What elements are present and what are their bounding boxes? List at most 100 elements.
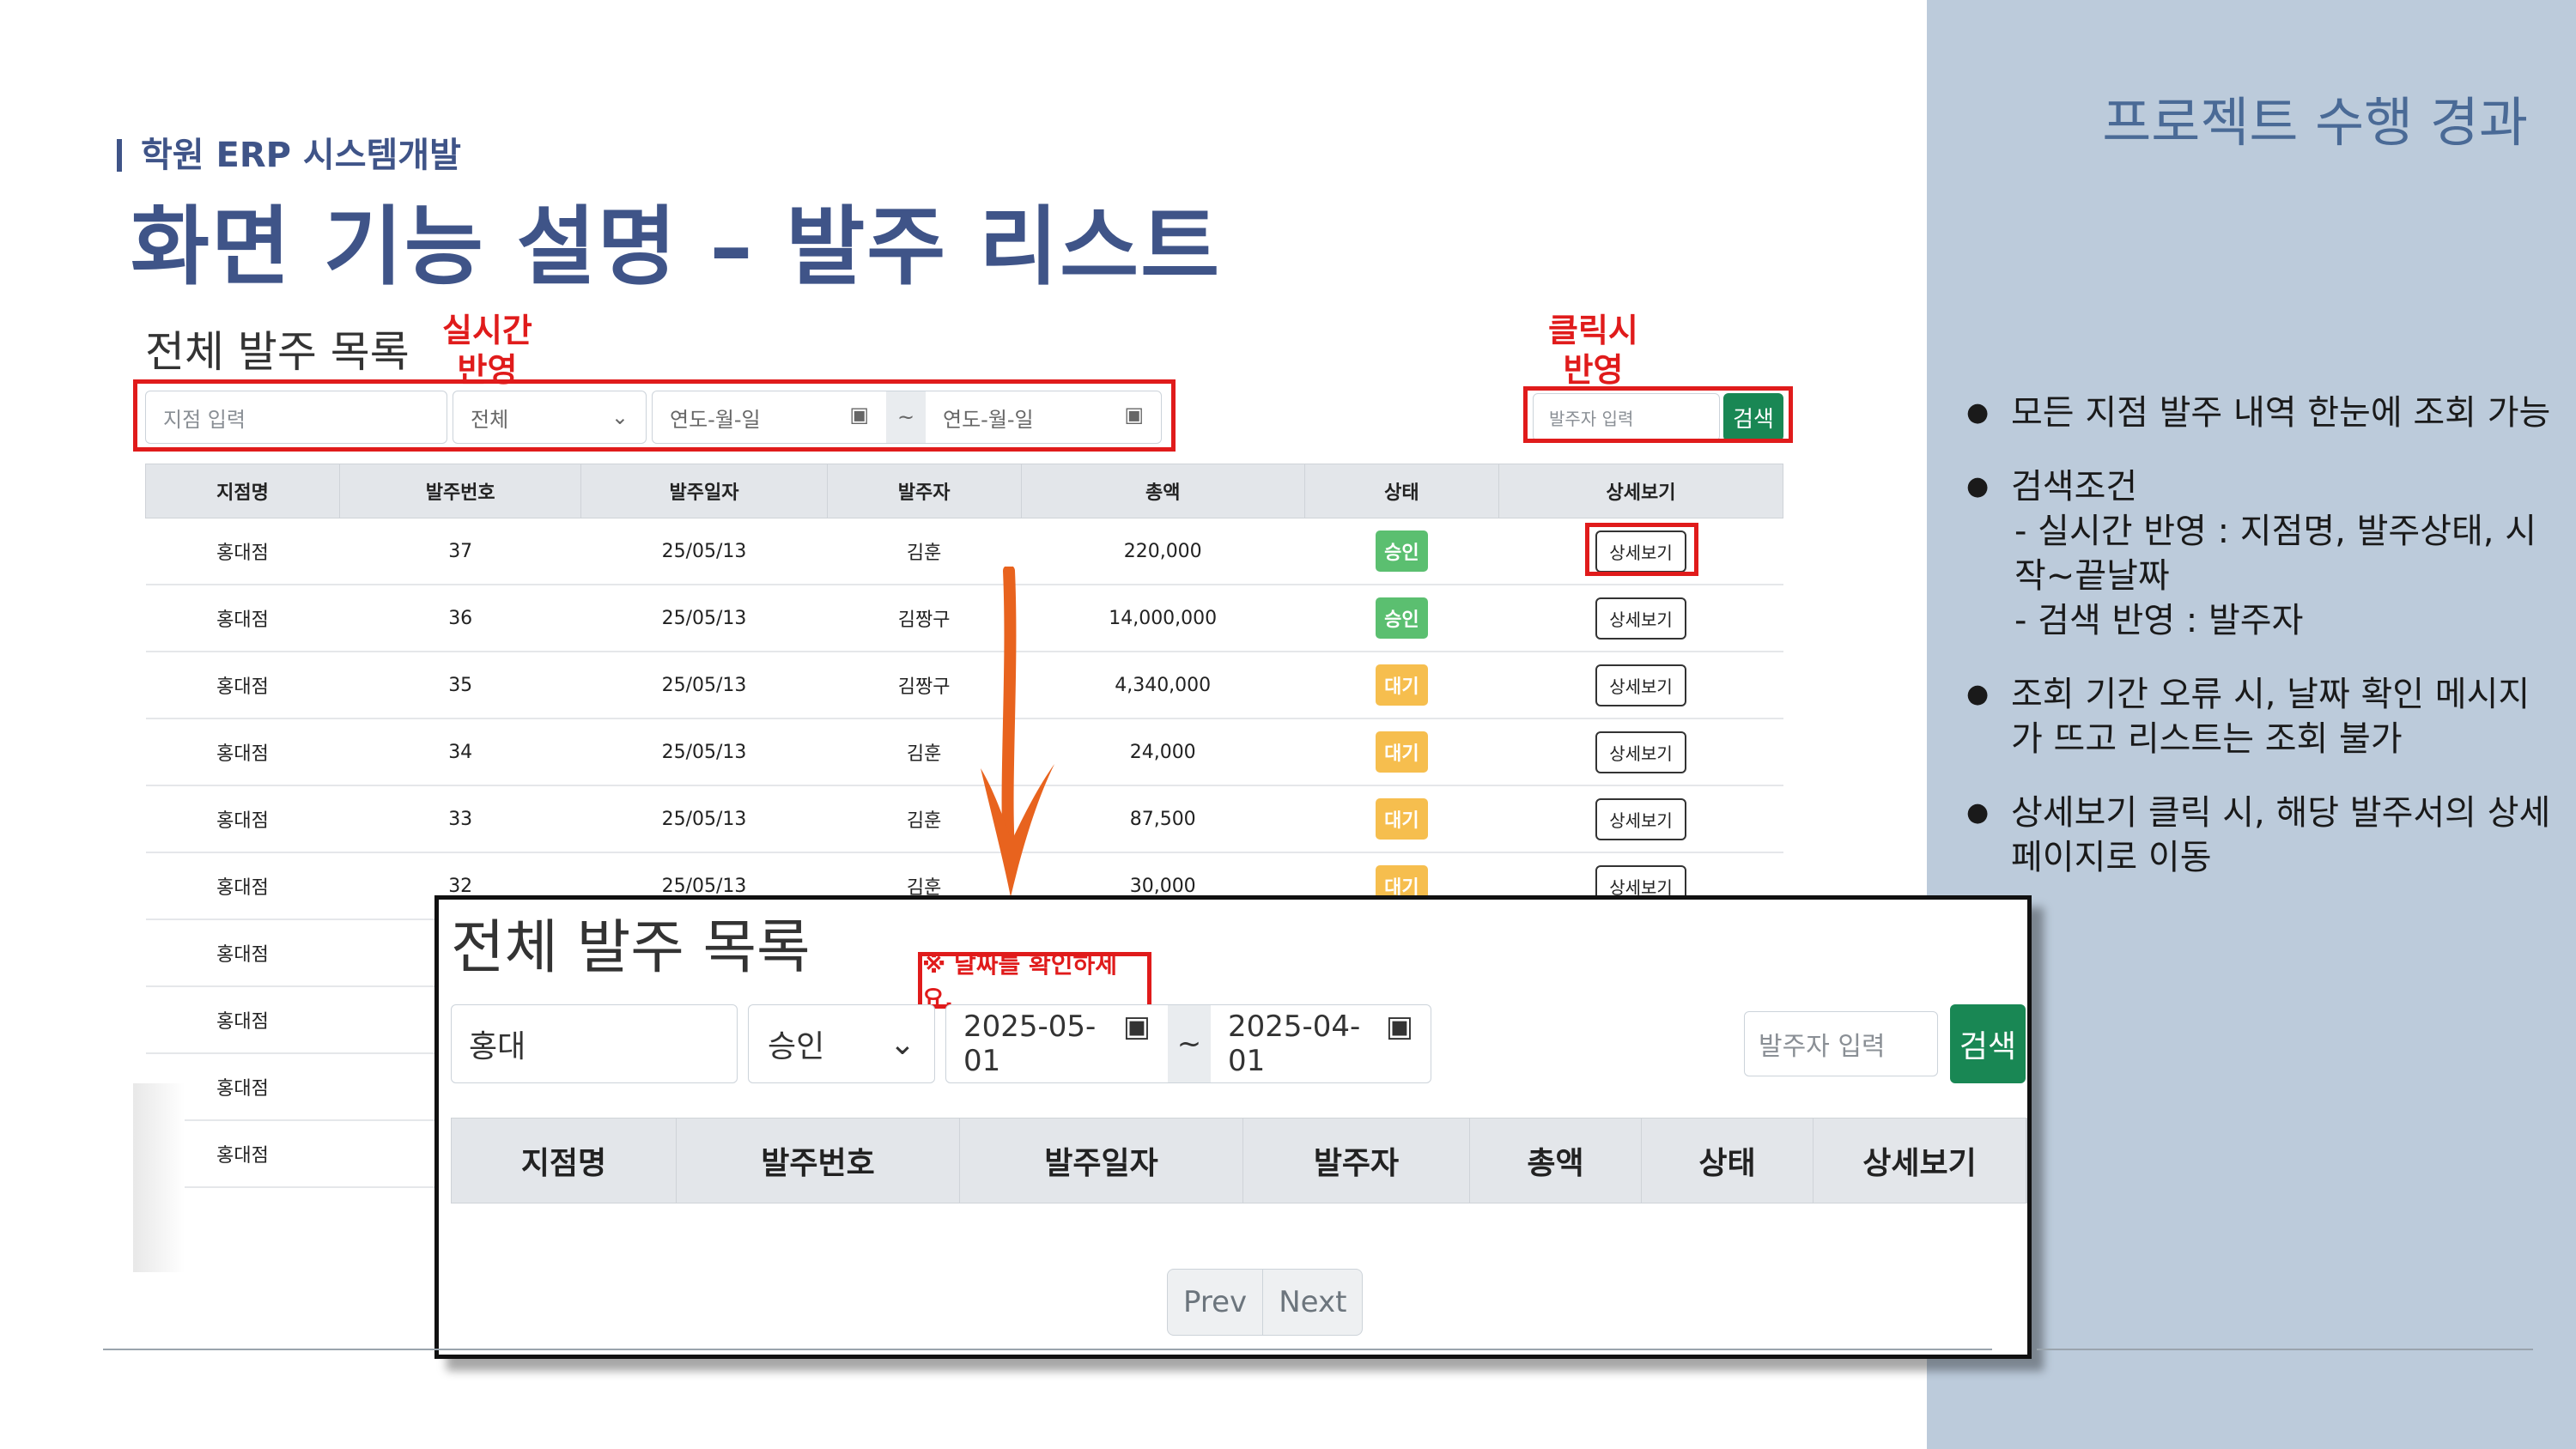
cell-status: 대기	[1304, 652, 1499, 719]
column-header-2: 발주일자	[960, 1119, 1243, 1203]
column-header-2: 지점명	[452, 1119, 677, 1203]
column-header: 지점명	[144, 464, 341, 518]
cell-date: 25/05/13	[580, 718, 828, 786]
cell-date: 25/05/13	[580, 785, 828, 853]
cell-date: 25/05/13	[580, 518, 828, 585]
cell-branch: 홍대점	[145, 718, 340, 786]
date-error-screenshot: 전체 발주 목록 ※ 날짜를 확인하세요. 홍대 승인 ⌄ 2025-05-01 ▣…	[434, 895, 2032, 1359]
cell-branch: 홍대점	[145, 518, 340, 585]
end-date-value: 2025-04-01	[1228, 1009, 1361, 1078]
shadow-fade	[133, 1083, 185, 1272]
column-header-2: 상세보기	[1814, 1119, 2026, 1203]
bullet-list: 모든 지점 발주 내역 한눈에 조회 가능 검색조건 - 실시간 반영 : 지점…	[1966, 391, 2559, 909]
cell-status: 승인	[1304, 518, 1499, 585]
column-header-2: 발주자	[1243, 1119, 1470, 1203]
list-title-2: 전체 발주 목록	[451, 914, 811, 982]
cell-branch: 홍대점	[145, 652, 340, 719]
prev-page-button[interactable]: Prev	[1168, 1270, 1264, 1335]
cell-status: 승인	[1304, 585, 1499, 652]
list-title: 전체 발주 목록	[145, 327, 410, 377]
breadcrumb: 학원 ERP 시스템개발	[117, 127, 461, 177]
cell-no: 34	[339, 718, 581, 786]
bullet-subtext: - 실시간 반영 : 지점명, 발주상태, 시작~끝날짜	[2014, 512, 2537, 596]
column-header: 상태	[1303, 464, 1500, 518]
column-header-2: 상태	[1642, 1119, 1814, 1203]
cell-no: 35	[339, 652, 581, 719]
cell-date: 25/05/13	[580, 585, 828, 652]
column-header: 발주일자	[580, 464, 828, 518]
arrow-down-icon	[981, 567, 1054, 897]
page-title: 화면 기능 설명 – 발주 리스트	[131, 197, 1222, 297]
column-header: 발주자	[826, 464, 1022, 518]
breadcrumb-bar	[117, 139, 122, 172]
column-header-2: 발주번호	[677, 1119, 960, 1203]
bullet-item: 조회 기간 오류 시, 날짜 확인 메시지가 뜨고 리스트는 조회 불가	[1966, 672, 2559, 761]
orderer-input-2[interactable]: 발주자 입력	[1744, 1011, 1938, 1076]
cell-date: 25/05/13	[580, 652, 828, 719]
cell-branch: 홍대점	[145, 785, 340, 853]
bullet-text: 조회 기간 오류 시, 날짜 확인 메시지가 뜨고 리스트는 조회 불가	[2011, 675, 2530, 759]
cell-no: 37	[339, 518, 581, 585]
search-button-2[interactable]: 검색	[1950, 1004, 2026, 1083]
table-header-row-2: 지점명 발주번호 발주일자 발주자 총액 상태 상세보기	[451, 1118, 2027, 1203]
pagination: Prev Next	[1167, 1269, 1364, 1336]
bullet-text: 검색조건	[2011, 467, 2138, 506]
status-select-2[interactable]: 승인 ⌄	[748, 1004, 935, 1083]
realtime-annotation: 실시간 반영	[442, 312, 532, 389]
cell-branch: 홍대점	[145, 919, 340, 987]
chevron-down-icon: ⌄	[889, 1026, 915, 1062]
column-header: 총액	[1020, 464, 1305, 518]
cell-status: 대기	[1304, 785, 1499, 853]
detail-button[interactable]: 상세보기	[1595, 731, 1686, 773]
detail-highlight-box	[1585, 523, 1698, 576]
click-highlight-box	[1523, 386, 1793, 443]
bottom-divider-right	[2037, 1349, 2533, 1350]
column-header-2: 총액	[1470, 1119, 1642, 1203]
status-badge: 승인	[1376, 530, 1428, 572]
cell-detail: 상세보기	[1498, 585, 1783, 652]
cell-status: 대기	[1304, 718, 1499, 786]
detail-button[interactable]: 상세보기	[1595, 597, 1686, 640]
bullet-text: 모든 지점 발주 내역 한눈에 조회 가능	[2011, 393, 2551, 433]
column-header: 발주번호	[339, 464, 582, 518]
bullet-text: 상세보기 클릭 시, 해당 발주서의 상세 페이지로 이동	[2011, 793, 2551, 877]
cell-detail: 상세보기	[1498, 718, 1783, 786]
status-badge: 대기	[1376, 731, 1428, 773]
status-badge: 승인	[1376, 597, 1428, 639]
date-error-message: ※ 날짜를 확인하세요.	[918, 950, 1151, 1013]
end-date-input-2[interactable]: 2025-04-01 ▣	[1211, 1009, 1431, 1078]
calendar-icon: ▣	[1385, 1009, 1413, 1044]
calendar-icon: ▣	[1122, 1009, 1151, 1044]
cell-branch: 홍대점	[145, 852, 340, 920]
start-date-input-2[interactable]: 2025-05-01 ▣	[946, 1009, 1168, 1078]
cell-no: 36	[339, 585, 581, 652]
bullet-item: 검색조건 - 실시간 반영 : 지점명, 발주상태, 시작~끝날짜 - 검색 반…	[1966, 464, 2559, 643]
cell-branch: 홍대점	[145, 585, 340, 652]
cell-no: 33	[339, 785, 581, 853]
branch-input-2[interactable]: 홍대	[451, 1004, 738, 1083]
date-separator-2: ~	[1168, 1005, 1211, 1082]
bullet-item: 상세보기 클릭 시, 해당 발주서의 상세 페이지로 이동	[1966, 791, 2559, 880]
orderer-input-placeholder-2: 발주자 입력	[1759, 1032, 1886, 1062]
status-badge: 대기	[1376, 798, 1428, 840]
bullet-item: 모든 지점 발주 내역 한눈에 조회 가능	[1966, 391, 2559, 435]
status-badge: 대기	[1376, 664, 1428, 706]
bullet-subtext: - 검색 반영 : 발주자	[2014, 601, 2304, 640]
detail-button[interactable]: 상세보기	[1595, 797, 1686, 840]
panel-title: 프로젝트 수행 경과	[2102, 91, 2528, 154]
date-range-2: 2025-05-01 ▣ ~ 2025-04-01 ▣	[945, 1004, 1431, 1083]
detail-button[interactable]: 상세보기	[1595, 664, 1686, 706]
column-header: 상세보기	[1498, 464, 1783, 518]
click-annotation: 클릭시 반영	[1548, 312, 1638, 389]
cell-detail: 상세보기	[1498, 785, 1783, 853]
table-header-row: 지점명 발주번호 발주일자 발주자 총액 상태 상세보기	[144, 464, 1783, 518]
start-date-value: 2025-05-01	[963, 1009, 1097, 1078]
cell-branch: 홍대점	[145, 986, 340, 1054]
breadcrumb-text: 학원 ERP 시스템개발	[141, 136, 461, 175]
cell-detail: 상세보기	[1498, 652, 1783, 719]
branch-input-value: 홍대	[469, 1029, 526, 1064]
status-select-value-2: 승인	[768, 1029, 825, 1064]
next-page-button[interactable]: Next	[1263, 1270, 1362, 1335]
realtime-highlight-box	[133, 379, 1176, 452]
bottom-divider	[103, 1349, 1992, 1350]
